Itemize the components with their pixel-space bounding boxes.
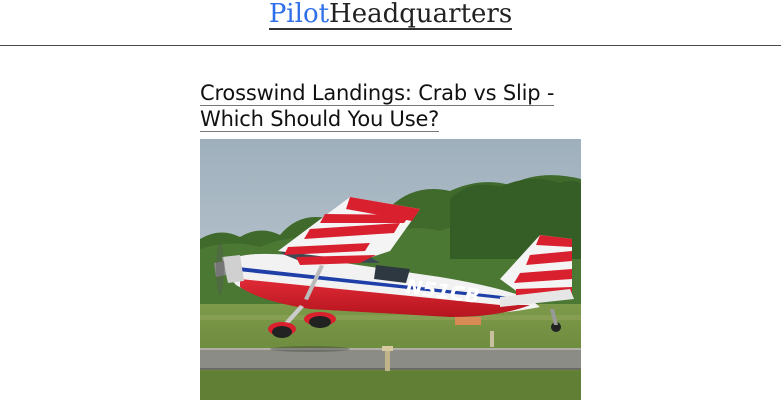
runway xyxy=(200,348,581,370)
article: Crosswind Landings: Crab vs Slip - Which… xyxy=(200,80,581,132)
foreground-grass xyxy=(200,371,581,400)
logo-headquarters-text: Headquarters xyxy=(329,0,513,29)
article-hero-image[interactable]: N51CB xyxy=(200,139,581,400)
distant-sign xyxy=(455,317,481,325)
logo-pilot-text: Pilot xyxy=(268,0,330,29)
runway-marker xyxy=(490,331,494,347)
site-header: PilotHeadquarters xyxy=(0,0,781,46)
article-title-line-2[interactable]: Which Should You Use? xyxy=(200,107,439,132)
site-logo[interactable]: PilotHeadquarters xyxy=(0,0,781,30)
airplane-photo: N51CB xyxy=(200,139,581,400)
article-title-line-1[interactable]: Crosswind Landings: Crab vs Slip - xyxy=(200,81,554,106)
logo-wordmark: PilotHeadquarters xyxy=(268,0,513,30)
article-title[interactable]: Crosswind Landings: Crab vs Slip - Which… xyxy=(200,80,581,132)
